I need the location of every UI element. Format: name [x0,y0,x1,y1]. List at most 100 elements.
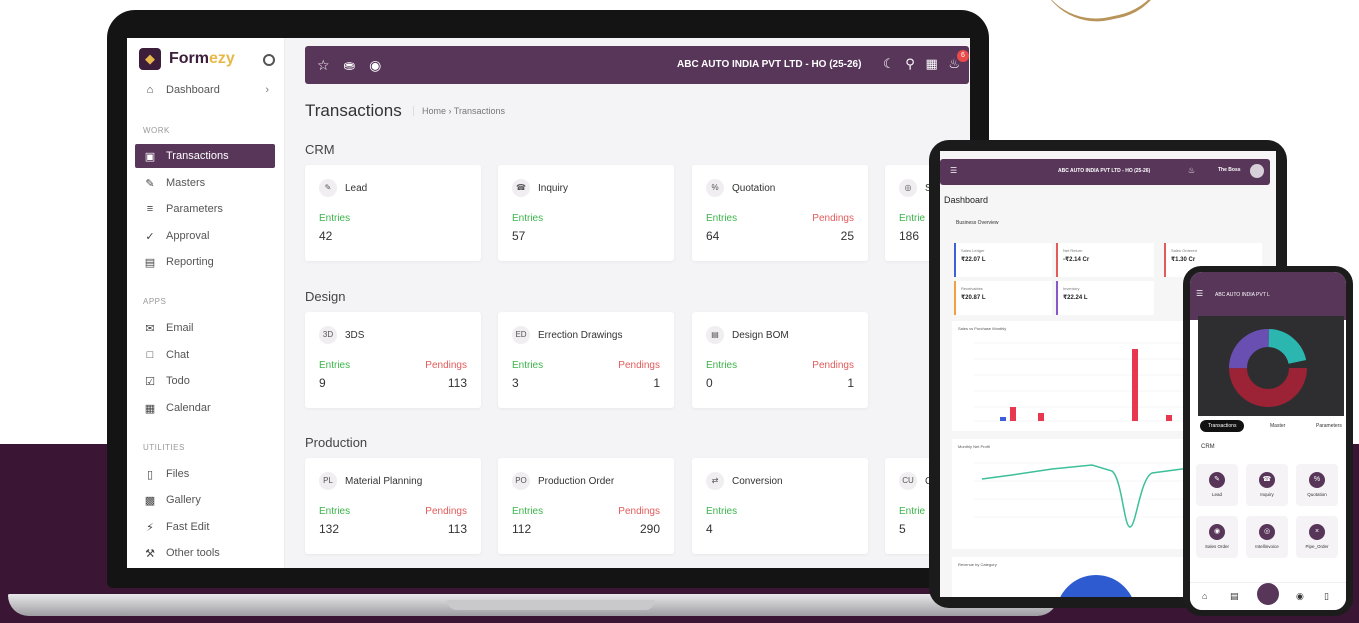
kpi-value: ₹1.30 Cr [1171,257,1196,263]
tablet-company[interactable]: ABC AUTO INDIA PVT LTD - HO (25-26) [1058,168,1150,174]
lead-icon: ✎ [319,179,337,197]
tile-inquiry[interactable]: ☎ Inquiry [1246,464,1288,506]
brand-logo[interactable]: ◆ Formezy [139,48,235,70]
tablet-subtitle: Business Overview [956,220,999,226]
menu-icon[interactable]: ☰ [1196,289,1203,298]
sidebar-item-fast-edit[interactable]: ⚡ Fast Edit [135,515,275,539]
tile-pipe-order[interactable]: × Pipe_Order [1296,516,1338,558]
invoice-icon: ◎ [1259,524,1275,540]
sidebar-item-masters[interactable]: ✎ Masters [135,171,275,195]
card-3ds[interactable]: 3D 3DS Entries Pendings 9 113 [305,312,481,408]
kpi-value: ₹22.24 L [1063,295,1088,301]
percent-icon: % [706,179,724,197]
document-icon[interactable]: ▤ [1230,591,1239,602]
card-quotation[interactable]: % Quotation Entries Pendings 64 25 [692,165,868,261]
tile-label: Sales Order [1204,544,1229,549]
donut-chart [1229,329,1307,407]
camera-icon[interactable]: ◉ [1296,591,1304,602]
card-name: Design BOM [732,330,789,341]
company-selector[interactable]: ABC AUTO INDIA PVT LTD - HO (25-26) [677,59,861,70]
kpi-card[interactable]: Net Return -₹2.14 Cr [1056,243,1154,277]
top-bar: ☆ ⛂ ◉ ABC AUTO INDIA PVT LTD - HO (25-26… [305,46,969,84]
truck-icon[interactable]: ⛂ [343,57,355,73]
tile-lead[interactable]: ✎ Lead [1196,464,1238,506]
star-icon[interactable]: ☆ [317,57,330,73]
profile-fab-button[interactable] [1257,583,1279,605]
search-icon[interactable]: ⚲ [905,56,915,71]
sidebar-item-approval[interactable]: ✓ Approval [135,224,275,248]
target-icon: ◎ [899,179,917,197]
page-title: Transactions [305,101,402,120]
sidebar-item-reporting[interactable]: ▤ Reporting [135,250,275,274]
kpi-label: Net Return [1063,248,1083,253]
sidebar-item-calendar[interactable]: ▦ Calendar [135,396,275,420]
sidebar-item-other-tools[interactable]: ⚒ Other tools [135,541,275,565]
sidebar-item-dashboard[interactable]: ⌂ Dashboard › [135,78,275,102]
tab-master[interactable]: Master [1270,420,1285,432]
card-material-planning[interactable]: PL Material Planning Entries Pendings 13… [305,458,481,554]
pie-chart [1056,575,1136,597]
breadcrumb[interactable]: Home › Transactions [413,106,505,116]
tab-parameters[interactable]: Parameters [1316,420,1342,432]
tile-intellinvoice[interactable]: ◎ Intellinvoice [1246,516,1288,558]
sidebar: ◆ Formezy ⌂ Dashboard › WORK ▣ Transacti… [127,38,285,568]
sidebar-item-chat[interactable]: □ Chat [135,343,275,367]
pendings-count: 25 [840,229,854,243]
settings-icon[interactable] [263,54,275,66]
grid-icon[interactable]: ▦ [925,56,937,71]
card-errection-drawings[interactable]: ED Errection Drawings Entries Pendings 3… [498,312,674,408]
sidebar-item-gallery[interactable]: ▩ Gallery [135,488,275,512]
phone-screen: ☰ ABC AUTO INDIA PVT L Transactions Mast… [1190,272,1346,610]
bar [1000,417,1006,421]
tablet-top-bar: ☰ ABC AUTO INDIA PVT LTD - HO (25-26) ♨ … [940,159,1270,185]
sidebar-item-label: Reporting [166,256,214,268]
sidebar-item-label: Calendar [166,402,211,414]
group-title-design: Design [305,289,346,304]
kpi-card[interactable]: Inventory ₹22.24 L [1056,281,1154,315]
calendar-icon: ▦ [144,402,156,415]
kpi-label: Sales Ordered [1171,248,1197,253]
phone-tabs: Transactions Master Parameters [1198,420,1346,434]
entries-label: Entries [706,213,738,224]
menu-icon[interactable]: ☰ [950,166,957,175]
card-name: 3DS [345,330,365,341]
topbar-left-actions: ☆ ⛂ ◉ [317,57,391,74]
report-icon: ▤ [144,256,156,269]
card-design-bom[interactable]: ▤ Design BOM Entries Pendings 0 1 [692,312,868,408]
trash-icon[interactable]: ▯ [1324,591,1329,602]
card-name: Lead [345,183,368,194]
tab-transactions[interactable]: Transactions [1200,420,1245,432]
bell-icon[interactable]: ♨ [1188,166,1195,175]
card-inquiry[interactable]: ☎ Inquiry Entries 57 [498,165,674,261]
camera-icon[interactable]: ◉ [369,57,381,73]
kpi-card[interactable]: Receivables ₹20.87 L [954,281,1052,315]
sidebar-item-files[interactable]: ▯ Files [135,462,275,486]
tablet-user-name[interactable]: The Boss [1218,167,1241,173]
sidebar-item-label: Approval [166,230,210,242]
notification-badge: 6 [957,50,969,62]
kpi-label: Sales Ledger [961,248,985,253]
entries-label: Entrie [899,506,926,517]
section-label-apps: APPS [143,297,167,306]
card-production-order[interactable]: PO Production Order Entries Pendings 112… [498,458,674,554]
pendings-count: 1 [653,376,660,390]
phone-company[interactable]: ABC AUTO INDIA PVT L [1215,292,1270,298]
pendings-count: 113 [447,522,467,536]
tile-sales-order[interactable]: ◉ Sales Order [1196,516,1238,558]
kpi-value: ₹22.07 L [961,257,986,263]
kpi-card[interactable]: Sales Ledger ₹22.07 L [954,243,1052,277]
phone-bottom-nav: ⌂ ▤ ◉ ▯ [1190,582,1346,610]
bar [1010,407,1016,421]
tile-quotation[interactable]: % Quotation [1296,464,1338,506]
sidebar-item-todo[interactable]: ☑ Todo [135,369,275,393]
avatar[interactable] [1250,164,1264,178]
home-icon[interactable]: ⌂ [1202,591,1207,601]
card-conversion[interactable]: ⇄ Conversion Entries 4 [692,458,868,554]
sidebar-item-label: Chat [166,349,190,361]
panel-title: Monthly Net Profit [958,444,990,449]
moon-icon[interactable]: ☾ [883,56,895,71]
sidebar-item-transactions[interactable]: ▣ Transactions [135,144,275,168]
sidebar-item-email[interactable]: ✉ Email [135,316,275,340]
sidebar-item-parameters[interactable]: ≡ Parameters [135,197,275,221]
card-lead[interactable]: ✎ Lead Entries 42 [305,165,481,261]
